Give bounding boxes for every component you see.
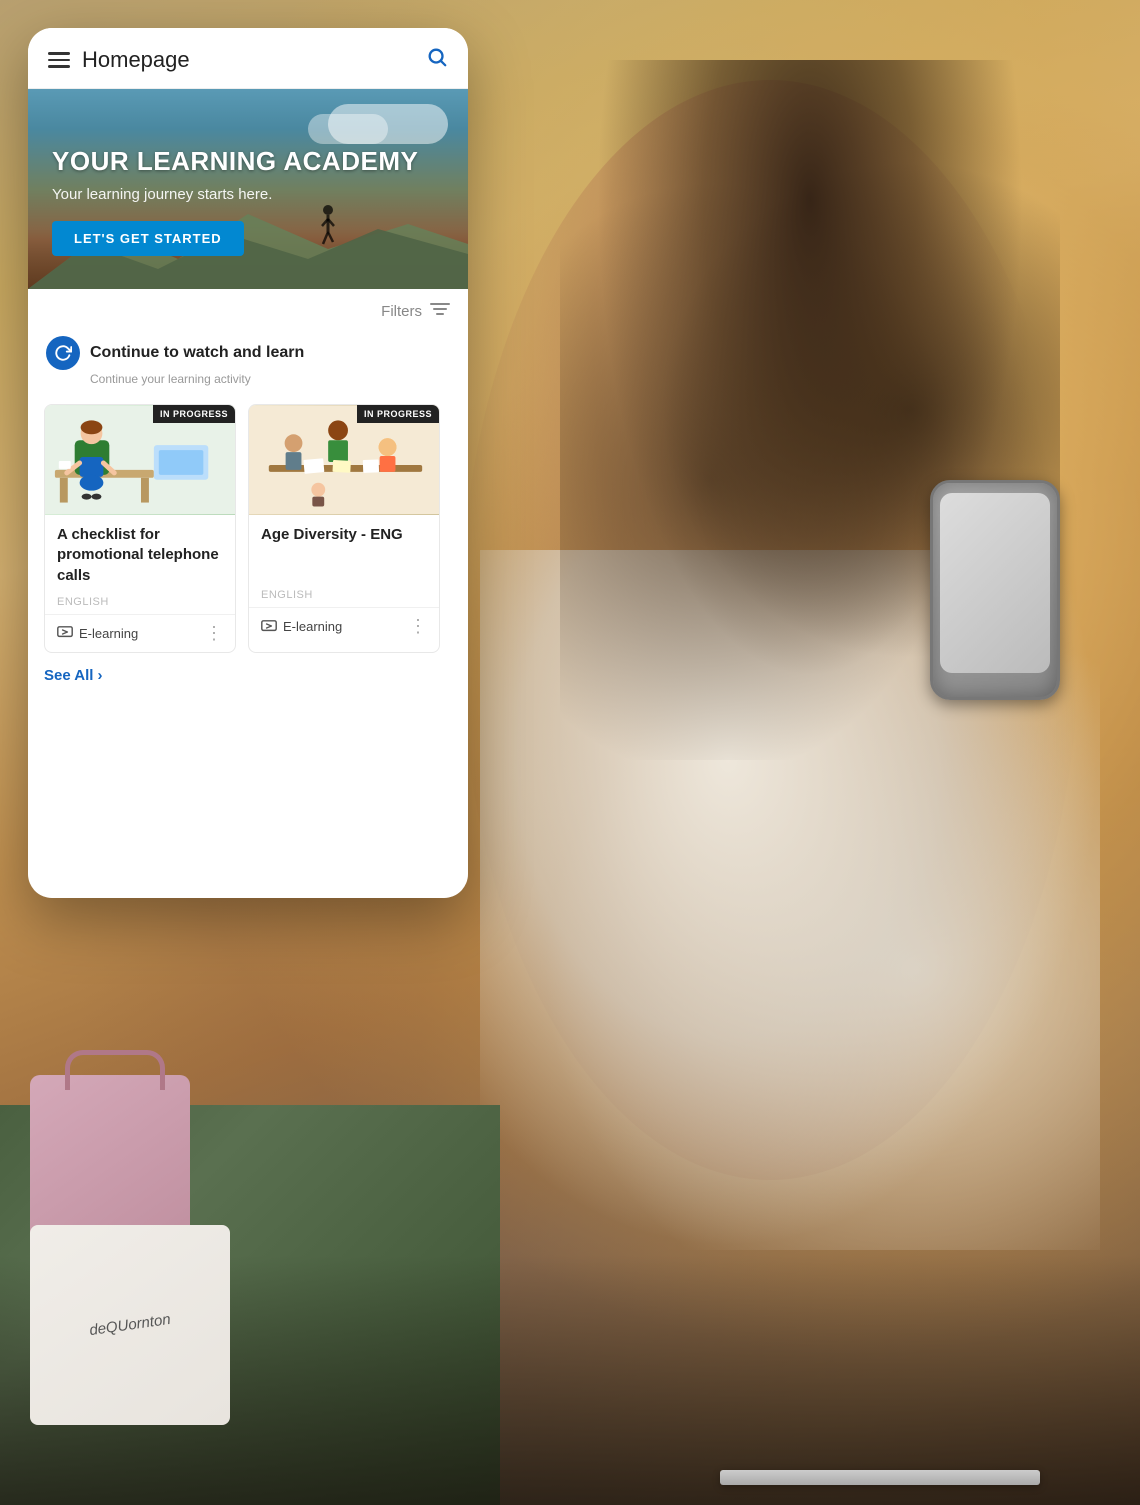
- card-body-1: A checklist for promotional telephone ca…: [45, 515, 235, 614]
- phone-in-hand: [930, 480, 1060, 700]
- section-title-text: Continue to watch and learn: [90, 344, 304, 362]
- hero-banner: YOUR LEARNING ACADEMY Your learning jour…: [28, 89, 468, 289]
- card-image-1: IN PROGRESS: [45, 405, 235, 515]
- card-body-2: Age Diversity - ENG ENGLISH: [249, 515, 439, 607]
- section-header: Continue to watch and learn Continue you…: [28, 330, 468, 390]
- in-progress-badge-2: IN PROGRESS: [357, 405, 439, 423]
- filters-label: Filters: [381, 303, 422, 320]
- hand-phone-area: [930, 480, 1060, 700]
- elearning-icon-2: [261, 619, 277, 635]
- see-all-label: See All: [44, 667, 93, 684]
- elearning-icon-1: [57, 625, 73, 641]
- card-type-label-2: E-learning: [283, 619, 342, 634]
- course-card-1[interactable]: IN PROGRESS: [44, 404, 236, 653]
- hero-cta-button[interactable]: LET'S GET STARTED: [52, 221, 244, 256]
- card-menu-2[interactable]: ⋮: [409, 616, 427, 637]
- hero-subtitle: Your learning journey starts here.: [52, 186, 444, 203]
- header-left: Homepage: [48, 47, 190, 73]
- see-all-arrow: ›: [97, 667, 102, 684]
- filters-icon[interactable]: [430, 301, 450, 322]
- section-icon: [46, 336, 80, 370]
- card-menu-1[interactable]: ⋮: [205, 623, 223, 644]
- hamburger-line-3: [48, 65, 70, 68]
- white-bag: deQUornton: [30, 1225, 230, 1425]
- see-all-link[interactable]: See All ›: [44, 667, 452, 684]
- card-type-2: E-learning: [261, 619, 342, 635]
- laptop-base: [720, 1470, 1040, 1485]
- courses-cards-row: IN PROGRESS: [28, 390, 468, 663]
- hamburger-line-2: [48, 59, 70, 62]
- card-image-2: IN PROGRESS: [249, 405, 439, 515]
- walking-figure: [318, 204, 338, 254]
- section-subtitle: Continue your learning activity: [46, 372, 450, 386]
- hero-title: YOUR LEARNING ACADEMY: [52, 146, 444, 177]
- card-lang-2: ENGLISH: [261, 589, 427, 601]
- card-footer-2: E-learning ⋮: [249, 607, 439, 645]
- phone-screen: [940, 493, 1050, 673]
- search-icon: [426, 46, 448, 68]
- card-title-2: Age Diversity - ENG: [261, 525, 427, 579]
- app-mockup: Homepage: [28, 28, 468, 898]
- filters-row: Filters: [28, 289, 468, 330]
- card-footer-1: E-learning ⋮: [45, 614, 235, 652]
- shopping-bags-area: deQUornton: [30, 1075, 230, 1425]
- section-title-row: Continue to watch and learn: [46, 336, 450, 370]
- pink-bag: [30, 1075, 190, 1245]
- app-header: Homepage: [28, 28, 468, 89]
- app-title: Homepage: [82, 47, 190, 73]
- hamburger-line-1: [48, 52, 70, 55]
- card-title-1: A checklist for promotional telephone ca…: [57, 525, 223, 586]
- card-type-1: E-learning: [57, 625, 138, 641]
- search-button[interactable]: [426, 46, 448, 74]
- bag-brand-text: deQUornton: [88, 1311, 171, 1339]
- course-card-2[interactable]: IN PROGRESS: [248, 404, 440, 653]
- card-lang-1: ENGLISH: [57, 596, 223, 608]
- card-type-label-1: E-learning: [79, 626, 138, 641]
- in-progress-badge-1: IN PROGRESS: [153, 405, 235, 423]
- see-all-row: See All ›: [28, 663, 468, 700]
- menu-icon[interactable]: [48, 52, 70, 68]
